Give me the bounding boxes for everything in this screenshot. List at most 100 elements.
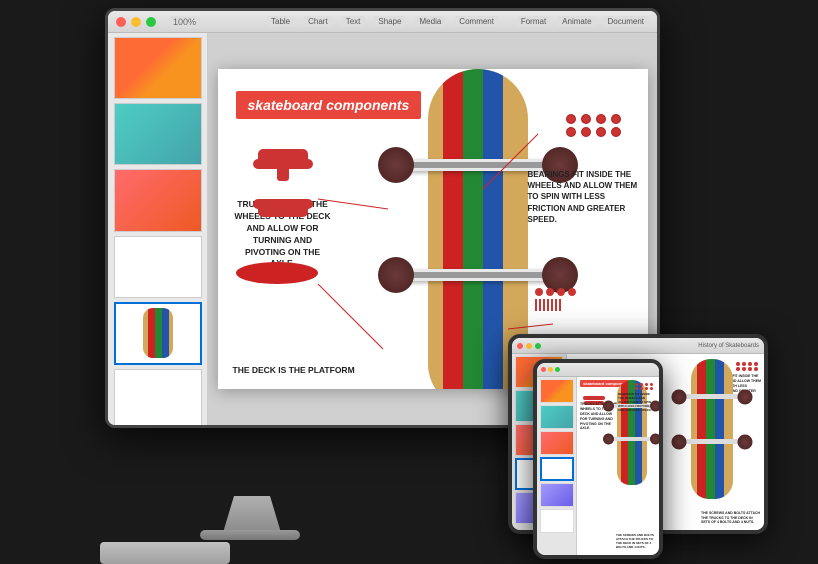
media-button[interactable]: Media — [415, 16, 447, 27]
comment-button[interactable]: Comment — [454, 16, 499, 27]
stripe-green — [463, 69, 483, 389]
maximize-button[interactable] — [146, 17, 156, 27]
t-bearing-2 — [742, 362, 746, 366]
t-wheel-br — [737, 434, 752, 449]
t-bearing-6 — [742, 367, 746, 371]
p-bearing-6 — [640, 387, 643, 390]
deck-oval — [236, 262, 318, 284]
slide-title: skateboard components — [236, 91, 422, 119]
stripe-blue — [483, 69, 503, 389]
screw-line-7 — [559, 299, 561, 311]
table-button[interactable]: Table — [266, 16, 295, 27]
deck-text: THE DECK IS THE PLATFORM — [233, 364, 355, 377]
phone-toolbar — [537, 363, 659, 377]
screw-dot-4 — [568, 288, 576, 296]
phone-truck-bottom — [609, 437, 655, 441]
phone-main: skateboard components TRUCKS ATTACH THE … — [577, 377, 659, 555]
slide-thumb-5-active[interactable] — [114, 302, 202, 365]
phone-thumb-6[interactable] — [540, 509, 574, 533]
slide-thumb-1[interactable] — [114, 37, 202, 99]
phone-thumb-5[interactable] — [540, 483, 574, 507]
bearing-dot-6 — [581, 127, 591, 137]
t-bearing-3 — [748, 362, 752, 366]
minimize-button[interactable] — [131, 17, 141, 27]
phone: skateboard components TRUCKS ATTACH THE … — [533, 359, 663, 559]
phone-screen: skateboard components TRUCKS ATTACH THE … — [537, 363, 659, 555]
p-bearing-2 — [640, 383, 643, 386]
t-stripe-green — [706, 359, 715, 499]
phone-sidebar — [537, 377, 577, 555]
bearings-dots — [566, 114, 623, 137]
tablet-maximize — [535, 343, 541, 349]
p-wheel-tl — [603, 401, 614, 412]
animate-button[interactable]: Animate — [557, 16, 596, 27]
p-wheel-bl — [603, 434, 614, 445]
p-bearing-7 — [645, 387, 648, 390]
phone-thumb-2[interactable] — [540, 405, 574, 429]
chart-button[interactable]: Chart — [303, 16, 333, 27]
p-bearing-8 — [650, 387, 653, 390]
phone-thumb-3[interactable] — [540, 431, 574, 455]
truck-icon-2 — [248, 199, 318, 229]
truck-axle-bottom — [388, 272, 568, 278]
macos-toolbar: 100% Table Chart Text Shape Media Commen… — [108, 11, 657, 33]
screw-line-2 — [539, 299, 541, 311]
slides-sidebar[interactable] — [108, 33, 208, 425]
slide-thumb-4[interactable] — [114, 236, 202, 298]
screw-line-3 — [543, 299, 545, 311]
tablet-truck-bottom — [679, 439, 744, 444]
truck-bar-bottom — [398, 269, 558, 281]
t-bearing-8 — [754, 367, 758, 371]
tablet-bearings — [736, 362, 759, 371]
format-button[interactable]: Format — [516, 16, 551, 27]
p-bearing-4 — [650, 383, 653, 386]
document-button[interactable]: Document — [603, 16, 649, 27]
t-wheel-tr — [737, 389, 752, 404]
screw-dot-3 — [557, 288, 565, 296]
screw-line-4 — [547, 299, 549, 311]
wheel-top-left — [378, 147, 414, 183]
screws-section — [535, 288, 576, 311]
screw-dot-1 — [535, 288, 543, 296]
phone-screws-text: THE SCREWS AND BOLTS ATTACH THE TRUCKS T… — [616, 534, 656, 550]
t-wheel-tl — [671, 389, 686, 404]
shape-button[interactable]: Shape — [373, 16, 406, 27]
screw-line-6 — [555, 299, 557, 311]
truck-section — [248, 149, 318, 237]
tablet-toolbar: History of Skateboards — [512, 338, 764, 354]
bearing-dot-1 — [566, 114, 576, 124]
phone-thumb-4-active[interactable] — [540, 457, 574, 481]
bearing-dot-2 — [581, 114, 591, 124]
p-wheel-br — [650, 434, 659, 445]
toolbar-right: Format Animate Document — [516, 16, 649, 27]
screw-line-5 — [551, 299, 553, 311]
bearing-dot-5 — [566, 127, 576, 137]
phone-thumb-1[interactable] — [540, 379, 574, 403]
bearings-text: BEARINGS FIT INSIDE THE WHEELS AND ALLOW… — [528, 169, 638, 225]
tablet-close — [517, 343, 523, 349]
phone-bearings-text: BEARINGS FIT INSIDE THE WHEELS AND ALLOW… — [618, 393, 656, 412]
tablet-board — [684, 354, 739, 504]
screw-line-1 — [535, 299, 537, 311]
truck-axle-top — [388, 162, 568, 168]
phone-minimize — [548, 367, 553, 372]
close-button[interactable] — [116, 17, 126, 27]
t-bearing-7 — [748, 367, 752, 371]
t-bearing-4 — [754, 362, 758, 366]
zoom-level: 100% — [169, 16, 200, 28]
t-stripe-red — [697, 359, 706, 499]
slide-thumb-3[interactable] — [114, 169, 202, 231]
bearing-dot-8 — [611, 127, 621, 137]
tablet-truck-top — [679, 394, 744, 399]
tablet-screws-text: THE SCREWS AND BOLTS ATTACH THE TRUCKS T… — [701, 511, 761, 525]
tablet-title: History of Skateboards — [698, 343, 759, 349]
slide-thumb-2[interactable] — [114, 103, 202, 165]
monitor-stand-foot — [200, 530, 300, 540]
mac-mini — [100, 542, 230, 564]
stripe-red — [443, 69, 463, 389]
phone-content: skateboard components TRUCKS ATTACH THE … — [537, 377, 659, 555]
p-bearing-3 — [645, 383, 648, 386]
text-button[interactable]: Text — [341, 16, 366, 27]
slide-thumb-6[interactable] — [114, 369, 202, 425]
screw-dot-2 — [546, 288, 554, 296]
